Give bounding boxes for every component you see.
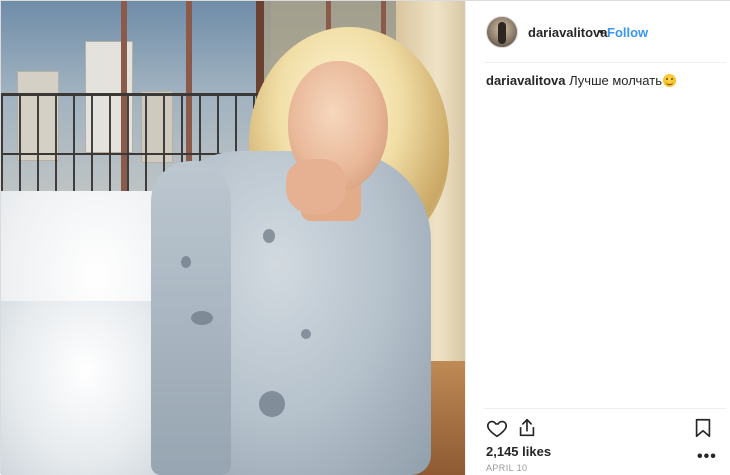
photo-sweater-hole	[263, 229, 275, 243]
photo-sweater-hole	[259, 391, 285, 417]
caption-text: Лучше молчать	[569, 73, 662, 88]
photo-snow	[1, 301, 171, 475]
post-date[interactable]: APRIL 10	[486, 463, 527, 473]
header-separator: •	[599, 24, 604, 39]
more-options-icon[interactable]: •••	[697, 448, 717, 466]
photo-person-hand	[286, 159, 346, 214]
photo-sweater-hole	[301, 329, 311, 339]
follow-button[interactable]: Follow	[607, 25, 648, 40]
post-card: dariavalitova • Follow dariavalitova Луч…	[0, 0, 730, 475]
caption-username[interactable]: dariavalitova	[486, 73, 566, 88]
avatar-figure	[498, 22, 506, 44]
bookmark-icon[interactable]	[692, 417, 714, 439]
photo-railing-top	[1, 93, 271, 96]
avatar[interactable]	[486, 16, 518, 48]
smirking-face-icon	[662, 74, 676, 87]
share-icon[interactable]	[516, 417, 538, 439]
post-sidebar: dariavalitova • Follow dariavalitova Луч…	[465, 1, 730, 475]
heart-icon[interactable]	[486, 417, 508, 439]
header-divider	[484, 62, 726, 63]
photo-sweater-hole	[191, 311, 213, 325]
actions-divider	[484, 408, 726, 409]
author-username[interactable]: dariavalitova	[528, 25, 608, 40]
post-caption: dariavalitova Лучше молчать	[486, 72, 716, 88]
post-photo[interactable]	[1, 1, 465, 475]
likes-count[interactable]: 2,145 likes	[486, 444, 551, 459]
photo-sweater-hole	[181, 256, 191, 268]
post-header: dariavalitova • Follow	[466, 1, 730, 63]
